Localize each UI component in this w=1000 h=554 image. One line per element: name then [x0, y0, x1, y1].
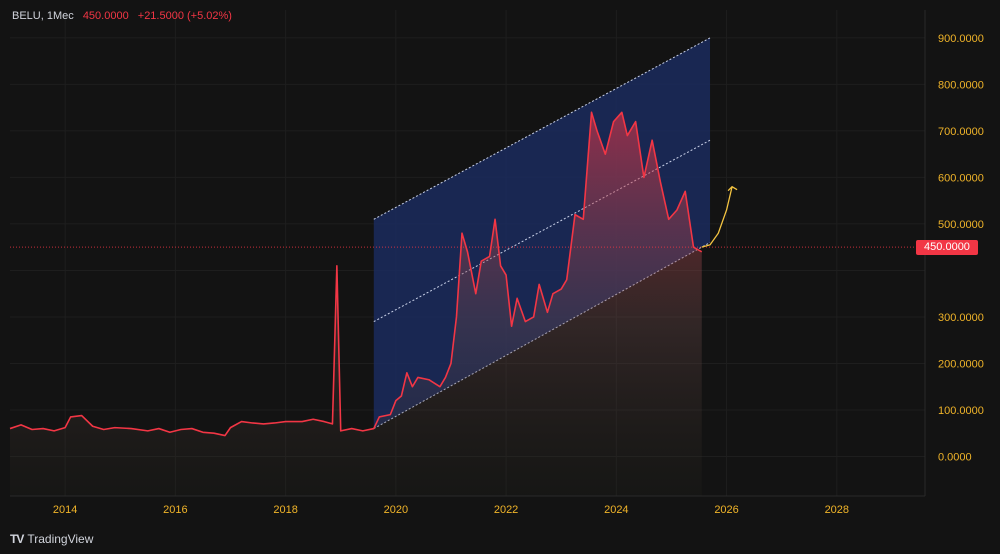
symbol-legend: BELU, 1Mec 450.0000 +21.5000 (+5.02%) [12, 10, 232, 22]
last-price-tag: 450.0000 [916, 239, 978, 255]
x-tick-label: 2018 [273, 504, 297, 516]
arrow-head-icon [727, 185, 738, 192]
x-tick-label: 2014 [53, 504, 77, 516]
x-axis[interactable]: 2014 2016 2018 2020 2022 2024 2026 2028 [10, 495, 925, 516]
price-value: 450.0000 [82, 10, 129, 22]
x-tick-label: 2024 [604, 504, 628, 516]
y-tick-label: 0.0000 [938, 451, 972, 463]
watermark-label: TradingView [27, 532, 94, 546]
x-tick-label: 2016 [163, 504, 187, 516]
x-tick-label: 2026 [714, 504, 738, 516]
price-chart[interactable]: 0.0000 100.0000 200.0000 300.0000 500.0000 60… [0, 0, 1000, 554]
price-change: +21.5000 (+5.02%) [137, 10, 232, 22]
price-area [10, 112, 702, 496]
y-tick-label: 700.0000 [938, 126, 984, 138]
x-tick-label: 2028 [825, 504, 849, 516]
x-tick-label: 2020 [384, 504, 408, 516]
y-tick-label: 200.0000 [938, 358, 984, 370]
y-tick-label: 800.0000 [938, 79, 984, 91]
y-tick-label: 300.0000 [938, 312, 984, 324]
y-tick-label: 900.0000 [938, 33, 984, 45]
tradingview-watermark: TV TradingView [10, 532, 93, 546]
tradingview-logo-icon: TV [10, 532, 24, 546]
y-tick-label: 600.0000 [938, 172, 984, 184]
x-tick-label: 2022 [494, 504, 518, 516]
y-tick-label: 500.0000 [938, 219, 984, 231]
chart-frame: 0.0000 100.0000 200.0000 300.0000 500.0000 60… [0, 0, 1000, 554]
y-tick-label: 100.0000 [938, 405, 984, 417]
symbol-label: BELU, 1Mec [12, 10, 74, 22]
price-area-fill [10, 112, 702, 496]
